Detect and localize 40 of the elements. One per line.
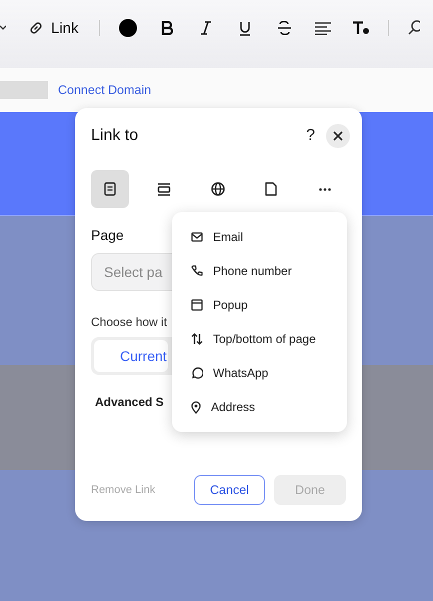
document-icon bbox=[265, 182, 278, 196]
phone-icon bbox=[191, 265, 203, 277]
globe-icon bbox=[210, 182, 224, 196]
menu-item[interactable]: Popup bbox=[213, 298, 248, 312]
close-icon bbox=[333, 131, 343, 141]
underline-icon[interactable] bbox=[238, 20, 251, 36]
more-icon bbox=[319, 188, 331, 190]
cancel-button[interactable]: Cancel bbox=[194, 475, 265, 505]
chevron-icon[interactable] bbox=[0, 24, 6, 32]
chat-bubble-icon bbox=[191, 367, 203, 379]
section-icon bbox=[156, 182, 171, 196]
page-icon bbox=[104, 182, 116, 196]
menu-item[interactable]: Phone number bbox=[213, 264, 292, 278]
menu-item[interactable]: Address bbox=[211, 400, 256, 414]
page-label: Page bbox=[91, 227, 124, 243]
location-pin-icon bbox=[191, 400, 201, 414]
window-icon bbox=[191, 299, 203, 311]
link-icon bbox=[28, 20, 44, 36]
page-tab[interactable] bbox=[91, 170, 129, 208]
blurred-url bbox=[0, 81, 48, 99]
text-color-swatch[interactable] bbox=[118, 19, 137, 37]
dialog-title: Link to bbox=[91, 127, 140, 145]
menu-item[interactable]: Top/bottom of page bbox=[213, 332, 316, 346]
connect-domain-link[interactable]: Connect Domain bbox=[58, 83, 152, 97]
up-down-arrows-icon bbox=[191, 333, 203, 345]
strikethrough-icon[interactable] bbox=[278, 21, 291, 35]
link-button[interactable]: Link bbox=[28, 20, 79, 36]
align-icon[interactable] bbox=[314, 22, 331, 34]
help-button[interactable]: ? bbox=[306, 127, 315, 145]
envelope-icon bbox=[191, 232, 203, 242]
close-button[interactable] bbox=[326, 124, 350, 148]
italic-icon[interactable] bbox=[200, 21, 211, 35]
current-tab-option[interactable]: Current bbox=[94, 340, 168, 372]
menu-item[interactable]: Email bbox=[213, 230, 244, 244]
open-option-label: Choose how it bbox=[91, 315, 168, 329]
text-settings-icon[interactable] bbox=[352, 21, 370, 35]
search-icon[interactable] bbox=[408, 20, 420, 36]
bold-icon[interactable] bbox=[160, 21, 173, 35]
menu-item[interactable]: WhatsApp bbox=[213, 366, 268, 380]
advanced-seo-toggle[interactable]: Advanced S bbox=[95, 395, 164, 409]
